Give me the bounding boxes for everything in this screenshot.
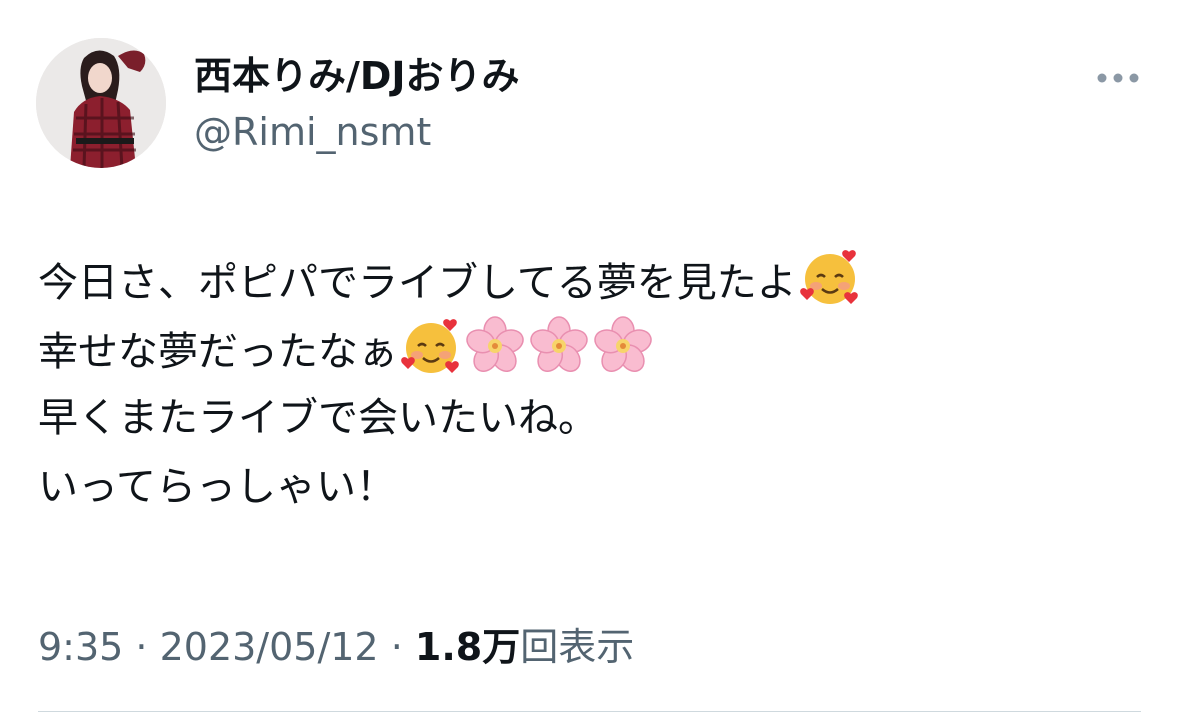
more-horizontal-icon xyxy=(1097,73,1139,83)
tweet-line-text: 幸せな夢だったなぁ xyxy=(38,329,398,375)
tweet-line: いってらっしゃい！ xyxy=(38,453,1138,522)
tweet-line: 幸せな夢だったなぁ xyxy=(38,315,1138,384)
tweet-line: 今日さ、ポピパでライブしてる夢を見たよ xyxy=(38,246,1138,315)
tweet-text: 今日さ、ポピパでライブしてる夢を見たよ 幸せな夢だったなぁ 早くまたライブで会い… xyxy=(38,246,1138,522)
views-count: 1.8万 xyxy=(414,625,521,669)
cherry-blossom-icon xyxy=(464,315,526,377)
tweet-line-text: 今日さ、ポピパでライブしてる夢を見たよ xyxy=(38,260,797,306)
tweet-line-text: 早くまたライブで会いたいね。 xyxy=(38,395,598,441)
tweet-time[interactable]: 9:35 xyxy=(38,625,123,669)
smiling-face-with-hearts-icon xyxy=(799,246,861,308)
tweet-line-text: いってらっしゃい！ xyxy=(38,464,396,510)
smiling-face-with-hearts-icon xyxy=(400,315,462,377)
tweet-card: 西本りみ/DJおりみ @Rimi_nsmt 今日さ、ポピパでライブしてる夢を見た… xyxy=(0,0,1179,724)
divider xyxy=(38,711,1141,712)
cherry-blossom-icon xyxy=(528,315,590,377)
meta-separator: · xyxy=(123,625,160,669)
avatar[interactable] xyxy=(36,38,166,168)
tweet-date[interactable]: 2023/05/12 xyxy=(160,625,379,669)
tweet-line: 早くまたライブで会いたいね。 xyxy=(38,384,1138,453)
author-display-name[interactable]: 西本りみ/DJおりみ xyxy=(194,52,520,100)
author-handle[interactable]: @Rimi_nsmt xyxy=(194,108,431,156)
more-options-button[interactable] xyxy=(1090,58,1146,98)
profile-photo-icon xyxy=(36,38,166,168)
views-label: 回表示 xyxy=(520,625,635,669)
tweet-meta: 9:35 · 2023/05/12 · 1.8万回表示 xyxy=(38,622,634,672)
meta-separator: · xyxy=(378,625,415,669)
cherry-blossom-icon xyxy=(592,315,654,377)
